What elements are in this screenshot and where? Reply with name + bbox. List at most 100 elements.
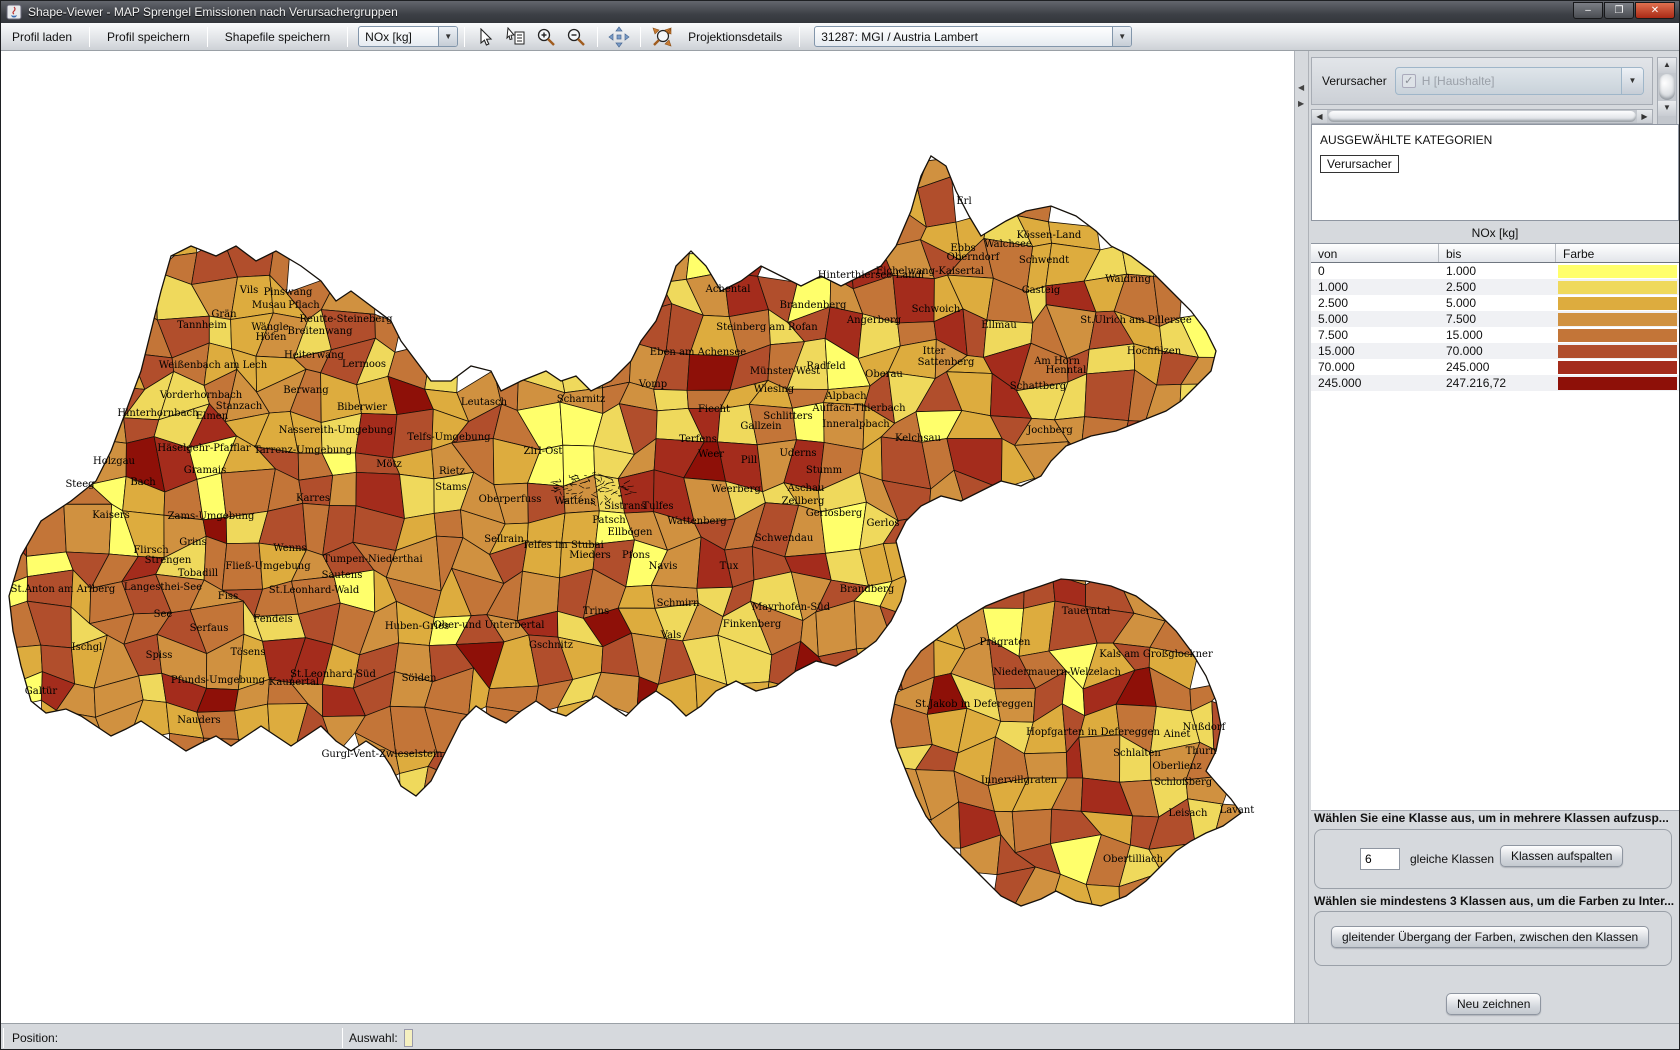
map-label: Mieders [569, 550, 611, 561]
legend-row[interactable]: 1.000 2.500 [1311, 279, 1679, 295]
map-label: Hinterhornbach [117, 408, 199, 419]
legend-column-von[interactable]: von [1311, 244, 1439, 262]
shapefile-speichern-button[interactable]: Shapefile speichern [215, 26, 340, 48]
map-canvas[interactable]: Vils Pinswang Musau Pflach Grän Tannheim Wängl… [1, 51, 1294, 1023]
profil-speichern-button[interactable]: Profil speichern [97, 26, 200, 48]
farben-uebergang-button[interactable]: gleitender Übergang der Farben, zwischen… [1331, 926, 1650, 948]
scrollbar-thumb[interactable] [1328, 111, 1636, 122]
classes-count-input[interactable] [1360, 848, 1400, 870]
map-label: Schwendt [1019, 255, 1069, 266]
map-label: Sautens [322, 570, 363, 581]
legend-von-value: 7.500 [1318, 328, 1349, 342]
legend-row[interactable]: 7.500 15.000 [1311, 327, 1679, 343]
maximize-button[interactable]: ❐ [1604, 2, 1634, 19]
map-label: Schloßberg [1154, 777, 1213, 788]
legend-bis-value: 7.500 [1446, 312, 1477, 326]
legend-color-swatch [1558, 376, 1677, 390]
legend-column-bis[interactable]: bis [1439, 244, 1556, 262]
legend-row[interactable]: 245.000 247.216,72 [1311, 375, 1679, 391]
zoom-extent-tool-button[interactable] [649, 25, 675, 49]
map-label: Schwendau [755, 533, 814, 544]
map-label: Ellmau [981, 320, 1017, 331]
map-label: Spiss [146, 650, 173, 661]
map-label: Inneralpbach [822, 419, 890, 430]
map-label: Biberwier [337, 402, 387, 413]
legend-row[interactable]: 5.000 7.500 [1311, 311, 1679, 327]
map-label: Radfeld [806, 361, 846, 372]
neu-zeichnen-button[interactable]: Neu zeichnen [1446, 993, 1542, 1015]
map-label: Ober-und Unterbertal [433, 620, 544, 631]
minimize-button[interactable]: – [1573, 2, 1603, 19]
legend-color-swatch [1558, 344, 1677, 358]
cursor-tool-button[interactable] [473, 25, 499, 49]
close-button[interactable]: ✕ [1635, 2, 1675, 19]
klassen-aufspalten-button[interactable]: Klassen aufspalten [1500, 845, 1624, 867]
horizontal-scrollbar[interactable]: ◀ ▶ [1311, 109, 1653, 124]
map-label: Nußdorf [1183, 722, 1227, 733]
map-label: Schmirn [657, 598, 700, 609]
statusbar-grip [3, 1027, 4, 1048]
auswahl-label: Auswahl: [349, 1030, 398, 1045]
legend-column-farbe[interactable]: Farbe [1556, 244, 1679, 262]
legend-farbe-cell [1556, 344, 1679, 358]
scrollbar-thumb[interactable] [1659, 74, 1675, 100]
chevron-down-icon[interactable]: ▼ [1621, 68, 1643, 94]
map-label: See [154, 609, 173, 620]
map-label: Lavant [1220, 805, 1255, 816]
map-label: Nassereith-Umgebung [279, 425, 394, 436]
legend-farbe-cell [1556, 280, 1679, 294]
sidebar: Verursacher ✓ H [Haushalte] ▼ ◀ ▶ ▲ ▼ AU… [1309, 51, 1679, 1023]
panel-splitter[interactable]: ◀ ▶ [1294, 51, 1309, 1023]
scroll-right-icon[interactable]: ▶ [1637, 110, 1652, 123]
legend-bis-value: 2.500 [1446, 280, 1477, 294]
map-label: Stumm [806, 465, 843, 476]
map-label: Angerberg [846, 315, 902, 326]
scroll-down-icon[interactable]: ▼ [1658, 101, 1676, 116]
map-label: Brandberg [840, 584, 895, 595]
select-info-tool-button[interactable] [503, 25, 529, 49]
map-label: Breitenwang [288, 326, 354, 337]
zoom-out-tool-button[interactable] [563, 25, 589, 49]
statusbar-separator [342, 1027, 343, 1048]
map-label: Innervillgraten [981, 775, 1058, 786]
collapse-left-icon[interactable]: ◀ [1298, 83, 1304, 92]
chevron-down-icon[interactable]: ▼ [438, 27, 458, 46]
map-label: Mayrhofen-Süd [752, 602, 831, 613]
legend-color-swatch [1558, 360, 1677, 374]
verursacher-panel: Verursacher ✓ H [Haushalte] ▼ [1311, 57, 1653, 105]
map-label: Kaisers [92, 510, 130, 521]
checkbox-icon: ✓ [1401, 74, 1416, 88]
legend-row[interactable]: 70.000 245.000 [1311, 359, 1679, 375]
attribute-dropdown[interactable]: NOx [kg] ▼ [358, 26, 459, 47]
categories-verursacher-chip[interactable]: Verursacher [1320, 155, 1399, 173]
verursacher-dropdown[interactable]: ✓ H [Haushalte] ▼ [1394, 67, 1644, 95]
legend-row[interactable]: 2.500 5.000 [1311, 295, 1679, 311]
map-label: Finkenberg [723, 619, 782, 630]
categories-title: AUSGEWÄHLTE KATEGORIEN [1320, 133, 1493, 147]
legend-table: 0 1.000 1.000 2.500 2.500 5.000 5.000 7.500 7.50… [1311, 263, 1679, 811]
scroll-up-icon[interactable]: ▲ [1658, 58, 1676, 73]
projektionsdetails-label[interactable]: Projektionsdetails [678, 26, 792, 48]
map-label: Serfaus [190, 623, 229, 634]
select-info-icon [506, 27, 525, 45]
collapse-right-icon[interactable]: ▶ [1298, 99, 1304, 108]
legend-von-value: 1.000 [1318, 280, 1349, 294]
map-label: Prägraten [980, 637, 1032, 648]
map-label: Holzgau [93, 456, 136, 467]
profil-laden-button[interactable]: Profil laden [2, 26, 82, 48]
legend-row[interactable]: 0 1.000 [1311, 263, 1679, 279]
legend-farbe-cell [1556, 360, 1679, 374]
pan-tool-button[interactable] [606, 25, 632, 49]
projection-dropdown[interactable]: 31287: MGI / Austria Lambert ▼ [814, 26, 1133, 47]
map-label: Mötz [376, 459, 402, 470]
interpolate-hint-text: Wählen sie mindestens 3 Klassen aus, um … [1314, 894, 1675, 908]
title-bar[interactable]: Shape-Viewer - MAP Sprengel Emissionen n… [1, 1, 1679, 23]
map-label: Stams [435, 482, 466, 493]
legend-row[interactable]: 15.000 70.000 [1311, 343, 1679, 359]
chevron-down-icon[interactable]: ▼ [1112, 27, 1132, 46]
scroll-left-icon[interactable]: ◀ [1312, 110, 1327, 123]
zoom-in-tool-button[interactable] [533, 25, 559, 49]
legend-von-value: 0 [1318, 264, 1325, 278]
legend-bis-value: 1.000 [1446, 264, 1477, 278]
classes-count-label: gleiche Klassen [1410, 852, 1495, 866]
